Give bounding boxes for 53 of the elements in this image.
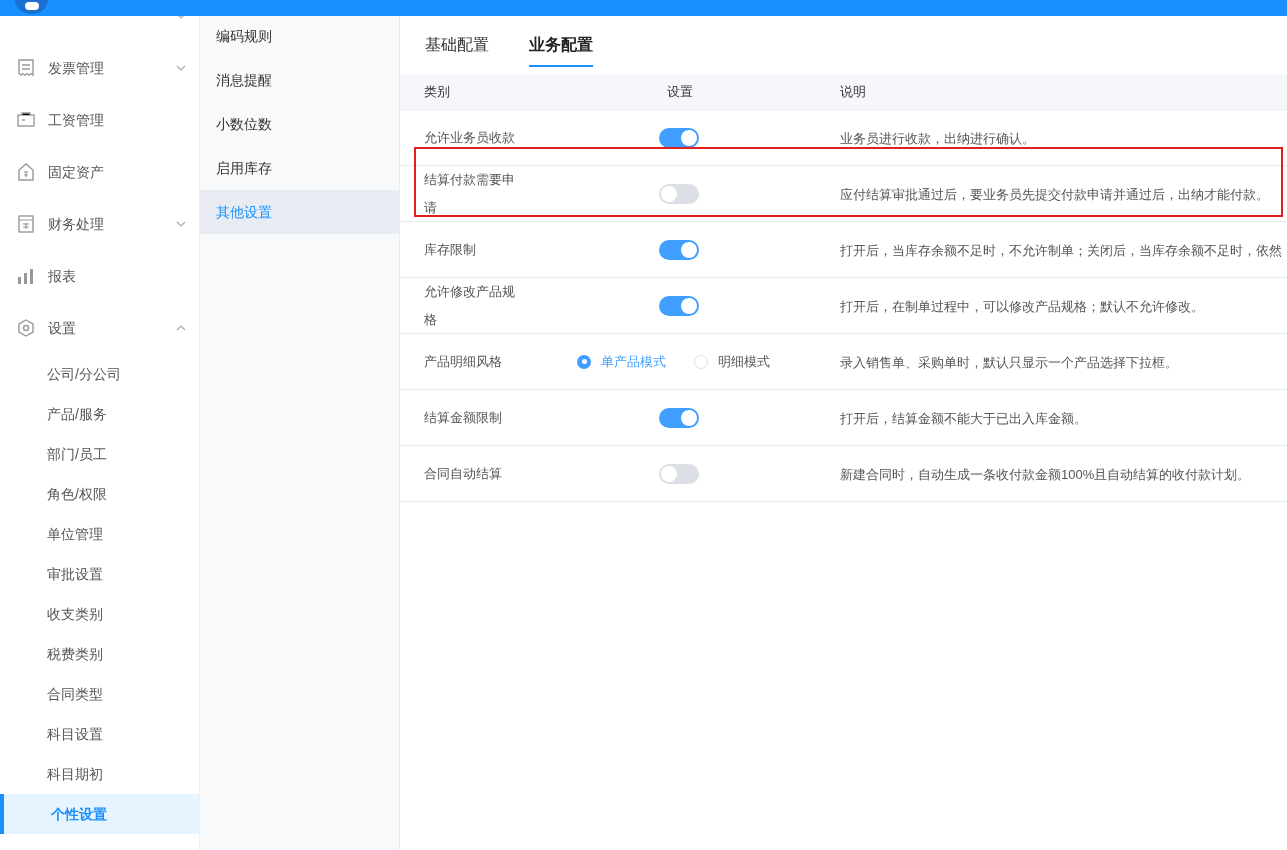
wallet-icon [16,110,36,130]
receipt-icon [16,58,36,78]
table-cell: 打开后，结算金额不能大于已出入库金额。 [840,410,1087,426]
submenu-item[interactable]: 产品/服务 [0,394,199,434]
toggle-switch[interactable] [659,239,699,260]
radio-option[interactable]: 明细模式 [694,351,770,372]
toggle-switch[interactable] [659,295,699,316]
sidebar-item[interactable]: 设置 [0,302,199,354]
table-cell-text: 允许业务员收款 [424,128,516,147]
toggle-switch[interactable] [659,407,699,428]
submenu-item[interactable]: 税费类别 [0,634,199,674]
submenu-item[interactable]: 部门/员工 [0,434,199,474]
table-cell-text: 结算金额限制 [424,408,503,427]
sidebar-item[interactable]: 工资管理 [0,94,199,146]
ledger-icon [16,214,36,234]
table-cell: 应付结算审批通过后，要业务员先提交付款申请并通过后，出纳才能付款。 [840,186,1269,202]
toggle-switch[interactable] [659,127,699,148]
submenu-item[interactable]: 角色/权限 [0,474,199,514]
submenu-item[interactable]: 收支类别 [0,594,199,634]
submenu-item[interactable]: 公司/分公司 [0,354,199,394]
submenu-item[interactable]: 合同类型 [0,674,199,714]
column-header: 类别 [424,84,450,100]
table-cell-text: 产品明细风格 [424,352,503,371]
settings-icon [16,318,36,338]
submenu-item[interactable]: 审批设置 [0,554,199,594]
sidebar-item[interactable]: 发票管理 [0,42,199,94]
table-cell: 录入销售单、采购单时，默认只显示一个产品选择下拉框。 [840,354,1178,370]
toggle-switch[interactable] [659,463,699,484]
table-cell-text: 允许修改产品规格 [424,282,516,329]
menu-item[interactable]: 编码规则 [200,14,399,58]
table-cell-text: 合同自动结算 [424,464,503,483]
sidebar-item[interactable]: 固定资产 [0,146,199,198]
table-cell-text: 结算付款需要申请 [424,170,516,217]
tab[interactable]: 基础配置 [425,33,489,67]
submenu-item[interactable]: 科目设置 [0,714,199,754]
house-icon [16,162,36,182]
column-header: 设置 [667,84,693,100]
table-cell: 打开后，当库存余额不足时，不允许制单；关闭后，当库存余额不足时，依然 [840,242,1282,258]
sidebar-item[interactable]: 报表 [0,250,199,302]
submenu-item[interactable]: 单位管理 [0,514,199,554]
table-cell: 业务员进行收款，出纳进行确认。 [840,130,1035,146]
bar-chart-icon [16,266,36,286]
table-cell: 新建合同时，自动生成一条收付款金额100%且自动结算的收付款计划。 [840,466,1251,482]
column-header: 说明 [840,84,866,100]
table-cell: 打开后，在制单过程中，可以修改产品规格；默认不允许修改。 [840,298,1204,314]
menu-item[interactable]: 启用库存 [200,146,399,190]
submenu-item[interactable]: 科目期初 [0,754,199,794]
menu-item[interactable]: 小数位数 [200,102,399,146]
menu-item[interactable]: 消息提醒 [200,58,399,102]
table-cell-text: 库存限制 [424,240,477,259]
sidebar-item[interactable]: 财务处理 [0,198,199,250]
tab[interactable]: 业务配置 [529,33,593,67]
toggle-switch[interactable] [659,183,699,204]
